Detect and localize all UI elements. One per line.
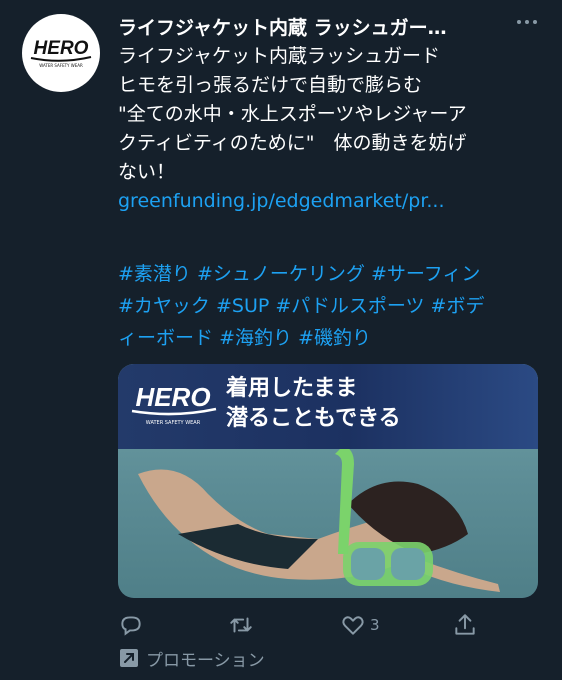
hashtag-line: #素潜り #シュノーケリング #サーフィン: [118, 258, 548, 290]
account-name[interactable]: ライフジャケット内蔵 ラッシュガー…: [118, 13, 508, 40]
tweet-text-line: クティビティのために" 体の動きを妨げ: [118, 132, 467, 154]
like-count: 3: [370, 616, 380, 634]
hashtag[interactable]: #カヤック: [118, 295, 210, 317]
account-avatar[interactable]: HERO WATER SAFETY WEAR: [22, 14, 100, 92]
hashtag[interactable]: #サーフィン: [371, 263, 480, 285]
svg-text:HERO: HERO: [34, 38, 89, 59]
tweet-text-line: ヒモを引っ張るだけで自動で膨らむ: [118, 74, 423, 96]
promoted-label[interactable]: プロモーション: [118, 645, 265, 671]
hashtag[interactable]: #シュノーケリング: [197, 263, 365, 285]
hashtag[interactable]: #素潜り: [118, 263, 191, 285]
media-banner: HERO WATER SAFETY WEAR 着用したまま 潜ることもできる: [118, 364, 538, 449]
hashtag-line: ィーボード #海釣り #磯釣り: [118, 322, 548, 354]
hashtag[interactable]: #ボデ: [431, 295, 485, 317]
promoted-text: プロモーション: [146, 650, 265, 671]
banner-caption: 着用したまま 潜ることもできる: [226, 374, 401, 434]
svg-text:HERO: HERO: [135, 382, 210, 412]
hashtag-block: #素潜り #シュノーケリング #サーフィン #カヤック #SUP #パドルスポー…: [118, 258, 548, 354]
like-button[interactable]: 3: [340, 612, 380, 638]
hero-banner-logo: HERO WATER SAFETY WEAR: [131, 382, 217, 426]
reply-button[interactable]: [118, 612, 144, 638]
hashtag[interactable]: #海釣り: [219, 327, 292, 349]
banner-line: 潜ることもできる: [226, 406, 401, 431]
hashtag[interactable]: #パドルスポーツ: [275, 295, 424, 317]
svg-text:WATER SAFETY WEAR: WATER SAFETY WEAR: [39, 63, 83, 68]
banner-line: 着用したまま: [226, 376, 358, 401]
hero-logo: HERO WATER SAFETY WEAR: [30, 38, 92, 68]
tweet-media-image[interactable]: HERO WATER SAFETY WEAR 着用したまま 潜ることもできる: [118, 364, 538, 598]
tweet-header: ライフジャケット内蔵 ラッシュガー…: [118, 12, 538, 40]
tweet-link[interactable]: greenfunding.jp/edgedmarket/pr...: [118, 187, 548, 216]
svg-text:WATER SAFETY WEAR: WATER SAFETY WEAR: [146, 420, 201, 426]
hashtag[interactable]: #SUP: [216, 295, 269, 317]
retweet-button[interactable]: [228, 612, 254, 638]
hashtag[interactable]: ィーボード: [118, 327, 213, 349]
heart-icon: [342, 616, 364, 635]
tweet-actions: 3: [118, 612, 538, 642]
hashtag[interactable]: #磯釣り: [298, 327, 371, 349]
tweet-text-line: ライフジャケット内蔵ラッシュガード: [118, 45, 441, 67]
tweet-text-line: ない！: [118, 161, 176, 183]
promoted-arrow-icon: [120, 649, 138, 667]
more-options-icon[interactable]: [516, 14, 538, 30]
hashtag-line: #カヤック #SUP #パドルスポーツ #ボデ: [118, 290, 548, 322]
tweet-text-line: "全ての水中・水上スポーツやレジャーア: [118, 103, 467, 125]
share-button[interactable]: [452, 612, 478, 638]
reply-icon: [121, 616, 141, 636]
tweet-body: ライフジャケット内蔵ラッシュガード ヒモを引っ張るだけで自動で膨らむ "全ての水…: [118, 42, 548, 216]
share-icon: [455, 614, 475, 635]
retweet-icon: [230, 617, 252, 633]
